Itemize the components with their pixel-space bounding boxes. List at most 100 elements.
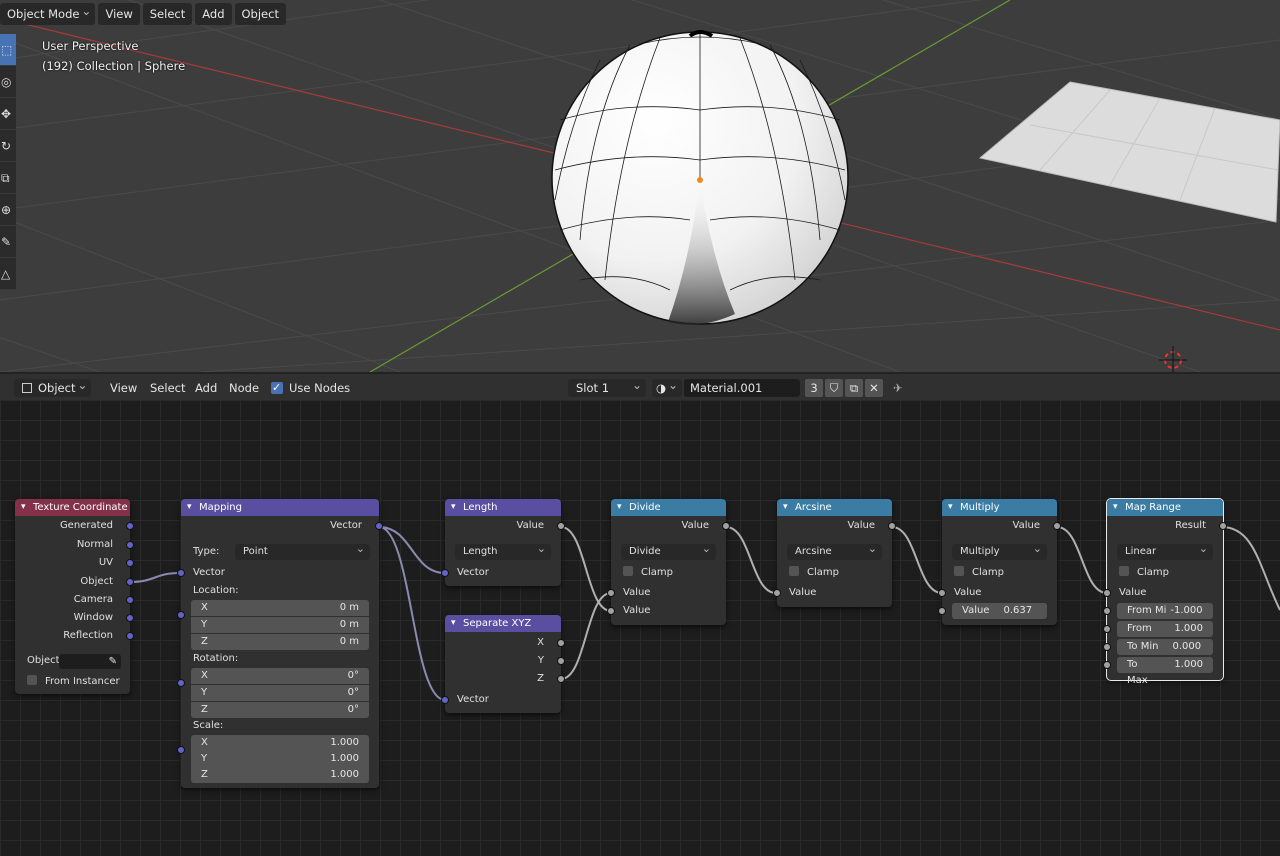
socket-mapping-in[interactable] — [177, 569, 185, 577]
material-name-field[interactable]: Material.001 — [684, 379, 800, 397]
duplicate-material-icon[interactable]: ⧉ — [845, 379, 863, 397]
map-range-interpolation-dropdown[interactable]: Linear — [1117, 541, 1213, 560]
socket-reflection[interactable] — [126, 632, 134, 640]
annotate-icon[interactable]: ✎ — [0, 226, 16, 258]
node-length[interactable]: Length Value Length Vector — [441, 499, 565, 586]
socket-separate-x[interactable] — [557, 639, 565, 647]
socket-length-in[interactable] — [441, 569, 449, 577]
move-icon[interactable]: ✥ — [0, 98, 16, 130]
node-title-texture-coordinate[interactable]: Texture Coordinate — [15, 499, 130, 516]
node-title-map-range[interactable]: Map Range — [1107, 499, 1223, 516]
scale-x-field[interactable]: X 1.000 — [191, 735, 369, 751]
node-title-length[interactable]: Length — [445, 499, 561, 516]
multiply-operation-dropdown[interactable]: Multiply — [952, 541, 1047, 560]
socket-arcsine-in[interactable] — [773, 589, 781, 597]
divide-clamp-checkbox[interactable] — [623, 566, 633, 576]
node-menu-node[interactable]: Node — [229, 379, 259, 397]
socket-arcsine-out[interactable] — [888, 522, 896, 530]
eyedropper-icon[interactable]: ✎ — [109, 654, 117, 669]
map-range-clamp-checkbox[interactable] — [1119, 566, 1129, 576]
socket-length-out[interactable] — [557, 522, 565, 530]
socket-separate-in[interactable] — [441, 696, 449, 704]
multiply-clamp-checkbox[interactable] — [954, 566, 964, 576]
node-menu-add[interactable]: Add — [195, 379, 217, 397]
socket-camera[interactable] — [126, 596, 134, 604]
3d-viewport[interactable]: Object Mode View Select Add Object User … — [0, 0, 1280, 372]
material-browse-icon[interactable]: ◑ — [652, 376, 682, 397]
from-instancer-checkbox[interactable] — [27, 675, 37, 685]
unlink-material-icon[interactable]: ✕ — [865, 379, 883, 397]
socket-location[interactable] — [177, 611, 185, 619]
object-picker-field[interactable]: ✎ — [59, 654, 121, 669]
location-z-field[interactable]: Z 0 m — [191, 634, 369, 650]
socket-separate-z[interactable] — [557, 675, 565, 683]
rotation-y-field[interactable]: Y 0° — [191, 685, 369, 701]
use-nodes-toggle[interactable]: Use Nodes — [271, 379, 350, 397]
socket-mapping-out[interactable] — [375, 522, 383, 530]
socket-rotation[interactable] — [177, 679, 185, 687]
node-menu-select[interactable]: Select — [150, 379, 185, 397]
cursor-icon[interactable]: ◎ — [0, 66, 16, 98]
map-range-clamp-toggle[interactable]: Clamp — [1119, 565, 1169, 581]
arcsine-operation-dropdown[interactable]: Arcsine — [787, 541, 882, 560]
socket-multiply-in-b[interactable] — [938, 607, 946, 615]
from-instancer-toggle[interactable]: From Instancer — [27, 674, 120, 690]
rotate-icon[interactable]: ↻ — [0, 130, 16, 162]
multiply-clamp-toggle[interactable]: Clamp — [954, 565, 1004, 581]
editor-type-dropdown[interactable]: Object — [14, 376, 92, 397]
rotation-x-field[interactable]: X 0° — [191, 668, 369, 684]
socket-map-range-out[interactable] — [1219, 522, 1227, 530]
socket-to-min[interactable] — [1103, 643, 1111, 651]
arcsine-clamp-toggle[interactable]: Clamp — [789, 565, 839, 581]
socket-uv[interactable] — [126, 559, 134, 567]
user-count[interactable]: 3 — [805, 379, 823, 397]
socket-generated[interactable] — [126, 522, 134, 530]
divide-clamp-toggle[interactable]: Clamp — [623, 565, 673, 581]
mode-dropdown[interactable]: Object Mode — [0, 0, 96, 25]
node-texture-coordinate[interactable]: Texture Coordinate Generated Normal UV O… — [15, 499, 134, 694]
node-title-divide[interactable]: Divide — [611, 499, 726, 516]
node-title-mapping[interactable]: Mapping — [181, 499, 379, 516]
node-title-arcsine[interactable]: Arcsine — [777, 499, 892, 516]
node-arcsine[interactable]: Arcsine Value Arcsine Clamp Value — [773, 499, 896, 607]
measure-icon[interactable]: △ — [0, 258, 16, 290]
location-x-field[interactable]: X 0 m — [191, 600, 369, 616]
rotation-z-field[interactable]: Z 0° — [191, 702, 369, 718]
socket-divide-in-a[interactable] — [607, 589, 615, 597]
socket-from-max[interactable] — [1103, 625, 1111, 633]
menu-view[interactable]: View — [98, 3, 140, 25]
pin-icon[interactable]: ✈ — [893, 379, 903, 397]
socket-window[interactable] — [126, 614, 134, 622]
multiply-value-field[interactable]: Value 0.637 — [952, 603, 1047, 619]
node-multiply[interactable]: Multiply Value Multiply Clamp Value Valu… — [938, 499, 1061, 625]
node-divide[interactable]: Divide Value Divide Clamp Value Value — [607, 499, 730, 625]
scale-z-field[interactable]: Z 1.000 — [191, 767, 369, 783]
length-operation-dropdown[interactable]: Length — [455, 541, 551, 560]
node-separate-xyz[interactable]: Separate XYZ X Y Z Vector — [441, 615, 565, 713]
socket-multiply-in-a[interactable] — [938, 589, 946, 597]
divide-operation-dropdown[interactable]: Divide — [621, 541, 716, 560]
to-max-field[interactable]: To Max 1.000 — [1117, 657, 1213, 686]
socket-divide-in-b[interactable] — [607, 607, 615, 615]
scale-icon[interactable]: ⧉ — [0, 162, 16, 194]
location-y-field[interactable]: Y 0 m — [191, 617, 369, 633]
socket-scale[interactable] — [177, 746, 185, 754]
select-box-icon[interactable]: ⬚ — [0, 34, 16, 66]
node-mapping[interactable]: Mapping Vector Type: Point Vector Locati… — [177, 499, 383, 788]
socket-from-min[interactable] — [1103, 607, 1111, 615]
menu-select[interactable]: Select — [142, 3, 193, 25]
socket-map-range-in[interactable] — [1103, 589, 1111, 597]
arcsine-clamp-checkbox[interactable] — [789, 566, 799, 576]
fake-user-icon[interactable]: ⛉ — [825, 379, 843, 397]
socket-object[interactable] — [126, 578, 134, 586]
node-title-multiply[interactable]: Multiply — [942, 499, 1057, 516]
slot-dropdown[interactable]: Slot 1 — [568, 376, 646, 397]
from-min-field[interactable]: From Mi -1.000 — [1117, 603, 1213, 619]
node-map-range[interactable]: Map Range Result Linear Clamp Value From… — [1103, 498, 1227, 686]
menu-add[interactable]: Add — [195, 3, 232, 25]
transform-icon[interactable]: ⊕ — [0, 194, 16, 226]
scale-y-field[interactable]: Y 1.000 — [191, 751, 369, 767]
use-nodes-checkbox[interactable] — [271, 379, 283, 397]
socket-to-max[interactable] — [1103, 661, 1111, 669]
node-title-separate-xyz[interactable]: Separate XYZ — [445, 615, 561, 632]
